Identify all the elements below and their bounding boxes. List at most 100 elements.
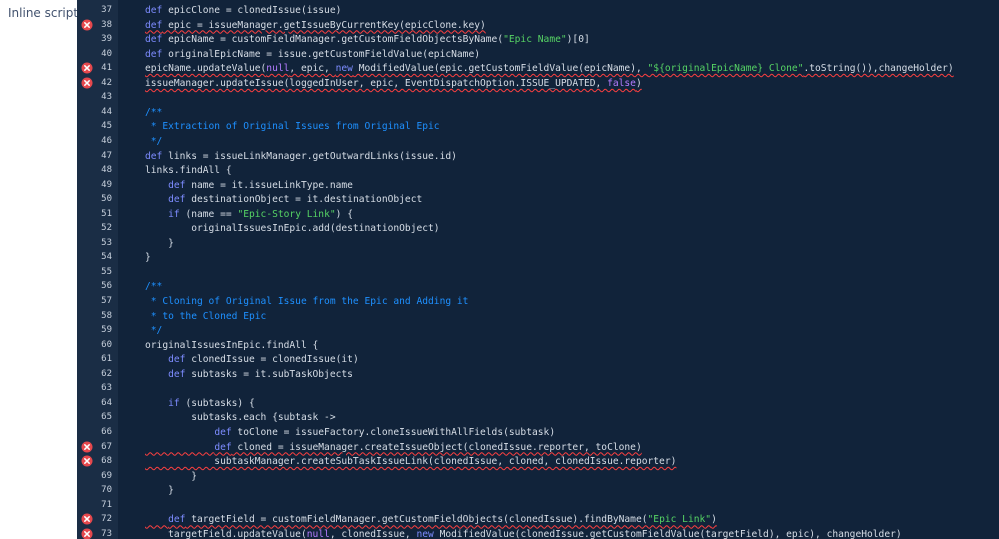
line-number: 43 (101, 92, 112, 103)
code-line[interactable]: 73 targetField.updateValue(null, clonedI… (77, 527, 999, 539)
code-line[interactable]: 45 * Extraction of Original Issues from … (77, 119, 999, 134)
code-text[interactable]: def name = it.issueLinkType.name (145, 178, 353, 193)
code-line[interactable]: 53 } (77, 236, 999, 251)
code-line[interactable]: 49 def name = it.issueLinkType.name (77, 178, 999, 193)
code-line[interactable]: 71 (77, 498, 999, 513)
code-text-error[interactable]: targetField.updateValue(null, clonedIssu… (145, 527, 902, 539)
code-line[interactable]: 67 def cloned = issueManager.createIssue… (77, 440, 999, 455)
token: (name == (179, 208, 238, 220)
line-number: 63 (101, 383, 112, 394)
code-text[interactable]: /** (145, 105, 162, 120)
code-editor[interactable]: 37 def epicClone = clonedIssue(issue) 38 de… (77, 0, 999, 539)
line-number: 47 (101, 150, 112, 161)
code-line[interactable]: 47 def links = issueLinkManager.getOutwar… (77, 149, 999, 164)
code-text[interactable]: } (145, 236, 174, 251)
code-text[interactable]: def toClone = issueFactory.cloneIssueWit… (145, 425, 555, 440)
code-line[interactable]: 51 if (name == "Epic-Story Link") { (77, 207, 999, 222)
code-text[interactable]: def epicName = customFieldManager.getCus… (145, 32, 590, 47)
code-text-error[interactable]: epicName.updateValue(null, epic, new Mod… (145, 61, 954, 76)
token-cm: /** (145, 281, 163, 293)
code-text[interactable]: } (145, 250, 151, 265)
code-text[interactable]: * Cloning of Original Issue from the Epi… (145, 294, 469, 309)
code-text[interactable]: * to the Cloned Epic (145, 309, 267, 324)
token-kw: def (145, 5, 163, 16)
token-kw: def (214, 426, 232, 438)
code-text[interactable]: originalIssuesInEpic.add(destinationObje… (145, 221, 439, 236)
code-line[interactable]: 57 * Cloning of Original Issue from the … (77, 294, 999, 309)
code-line[interactable]: 68 subtaskManager.createSubTaskIssueLink… (77, 454, 999, 469)
token-lit: null (306, 528, 330, 539)
line-number: 70 (101, 485, 112, 496)
code-text[interactable]: def epicClone = clonedIssue(issue) (145, 3, 341, 18)
code-text[interactable]: if (name == "Epic-Story Link") { (145, 207, 353, 222)
code-text[interactable]: } (145, 469, 197, 484)
code-line[interactable]: 72 def targetField = customFieldManager.… (77, 512, 999, 527)
code-line[interactable]: 37 def epicClone = clonedIssue(issue) (77, 3, 999, 18)
code-text-error[interactable]: def targetField = customFieldManager.get… (145, 512, 717, 527)
token-kw: new (416, 528, 434, 539)
token-cm: * Extraction of Original Issues from Ori… (145, 121, 440, 133)
code-text[interactable]: links.findAll { (145, 163, 232, 178)
code-line[interactable]: 69 } (77, 469, 999, 484)
code-line[interactable]: 61 def clonedIssue = clonedIssue(it) (77, 352, 999, 367)
code-line[interactable]: 63 (77, 381, 999, 396)
token-kw: def (145, 34, 163, 46)
code-line[interactable]: 55 (77, 265, 999, 280)
code-line[interactable]: 52 originalIssuesInEpic.add(destinationO… (77, 221, 999, 236)
code-line[interactable]: 46 */ (77, 134, 999, 149)
code-line[interactable]: 54} (77, 250, 999, 265)
token-kw: def (168, 514, 186, 526)
token: epic = issueManager.getIssueByCurrentKey… (162, 19, 486, 31)
line-number: 68 (101, 456, 112, 467)
code-text-error[interactable]: issueManager.updateIssue(loggedInUser, e… (145, 76, 642, 91)
code-text[interactable]: originalIssuesInEpic.findAll { (145, 338, 318, 353)
code-text[interactable]: def originalEpicName = issue.getCustomFi… (145, 47, 480, 62)
line-number: 66 (101, 426, 112, 437)
code-line[interactable]: 64 if (subtasks) { (77, 396, 999, 411)
token: subtaskManager.createSubTaskIssueLink(cl… (145, 456, 677, 468)
code-text[interactable]: if (subtasks) { (145, 396, 255, 411)
code-text[interactable]: } (145, 483, 174, 498)
code-line[interactable]: 39 def epicName = customFieldManager.getC… (77, 32, 999, 47)
code-line[interactable]: 65 subtasks.each {subtask -> (77, 410, 999, 425)
code-text[interactable]: * Extraction of Original Issues from Ori… (145, 119, 440, 134)
token-cm: * Cloning of Original Issue from the Epi… (145, 296, 469, 307)
token-str: "${originalEpicName} Clone" (647, 63, 804, 75)
token: issueManager.updateIssue(loggedInUser, e… (145, 77, 608, 89)
code-text[interactable]: */ (145, 134, 163, 149)
token-kw: if (168, 397, 180, 409)
token: (subtasks) { (179, 397, 255, 409)
code-line[interactable]: 50 def destinationObject = it.destinatio… (77, 192, 999, 207)
token: ) { (335, 208, 353, 220)
code-line[interactable]: 56 /** (77, 279, 999, 294)
code-line[interactable]: 42 issueManager.updateIssue(loggedInUser,… (77, 76, 999, 91)
code-line[interactable]: 60 originalIssuesInEpic.findAll { (77, 338, 999, 353)
code-line[interactable]: 41 epicName.updateValue(null, epic, new M… (77, 61, 999, 76)
code-text[interactable]: */ (145, 323, 163, 338)
code-text-error[interactable]: subtaskManager.createSubTaskIssueLink(cl… (145, 454, 676, 469)
code-line[interactable]: 40 def originalEpicName = issue.getCustom… (77, 47, 999, 62)
code-line[interactable]: 48 links.findAll { (77, 163, 999, 178)
code-line[interactable]: 66 def toClone = issueFactory.cloneIssue… (77, 425, 999, 440)
code-text[interactable]: def links = issueLinkManager.getOutwardL… (145, 149, 457, 164)
code-line[interactable]: 70 } (77, 483, 999, 498)
code-text[interactable]: def subtasks = it.subTaskObjects (145, 367, 353, 382)
code-line[interactable]: 59 */ (77, 323, 999, 338)
code-text-error[interactable]: def cloned = issueManager.createIssueObj… (145, 440, 641, 455)
code-line[interactable]: 38 def epic = issueManager.getIssueByCurr… (77, 18, 999, 33)
code-line[interactable]: 43 (77, 90, 999, 105)
line-number: 38 (101, 19, 112, 30)
code-line[interactable]: 58 * to the Cloned Epic (77, 309, 999, 324)
code-text[interactable]: def clonedIssue = clonedIssue(it) (145, 352, 359, 367)
line-number: 42 (101, 77, 112, 88)
code-text[interactable]: /** (145, 279, 162, 294)
code-text-error[interactable]: def epic = issueManager.getIssueByCurren… (145, 18, 486, 33)
code-line[interactable]: 62 def subtasks = it.subTaskObjects (77, 367, 999, 382)
code-text[interactable]: subtasks.each {subtask -> (145, 410, 335, 425)
code-line[interactable]: 44 /** (77, 105, 999, 120)
code-text[interactable]: def destinationObject = it.destinationOb… (145, 192, 422, 207)
